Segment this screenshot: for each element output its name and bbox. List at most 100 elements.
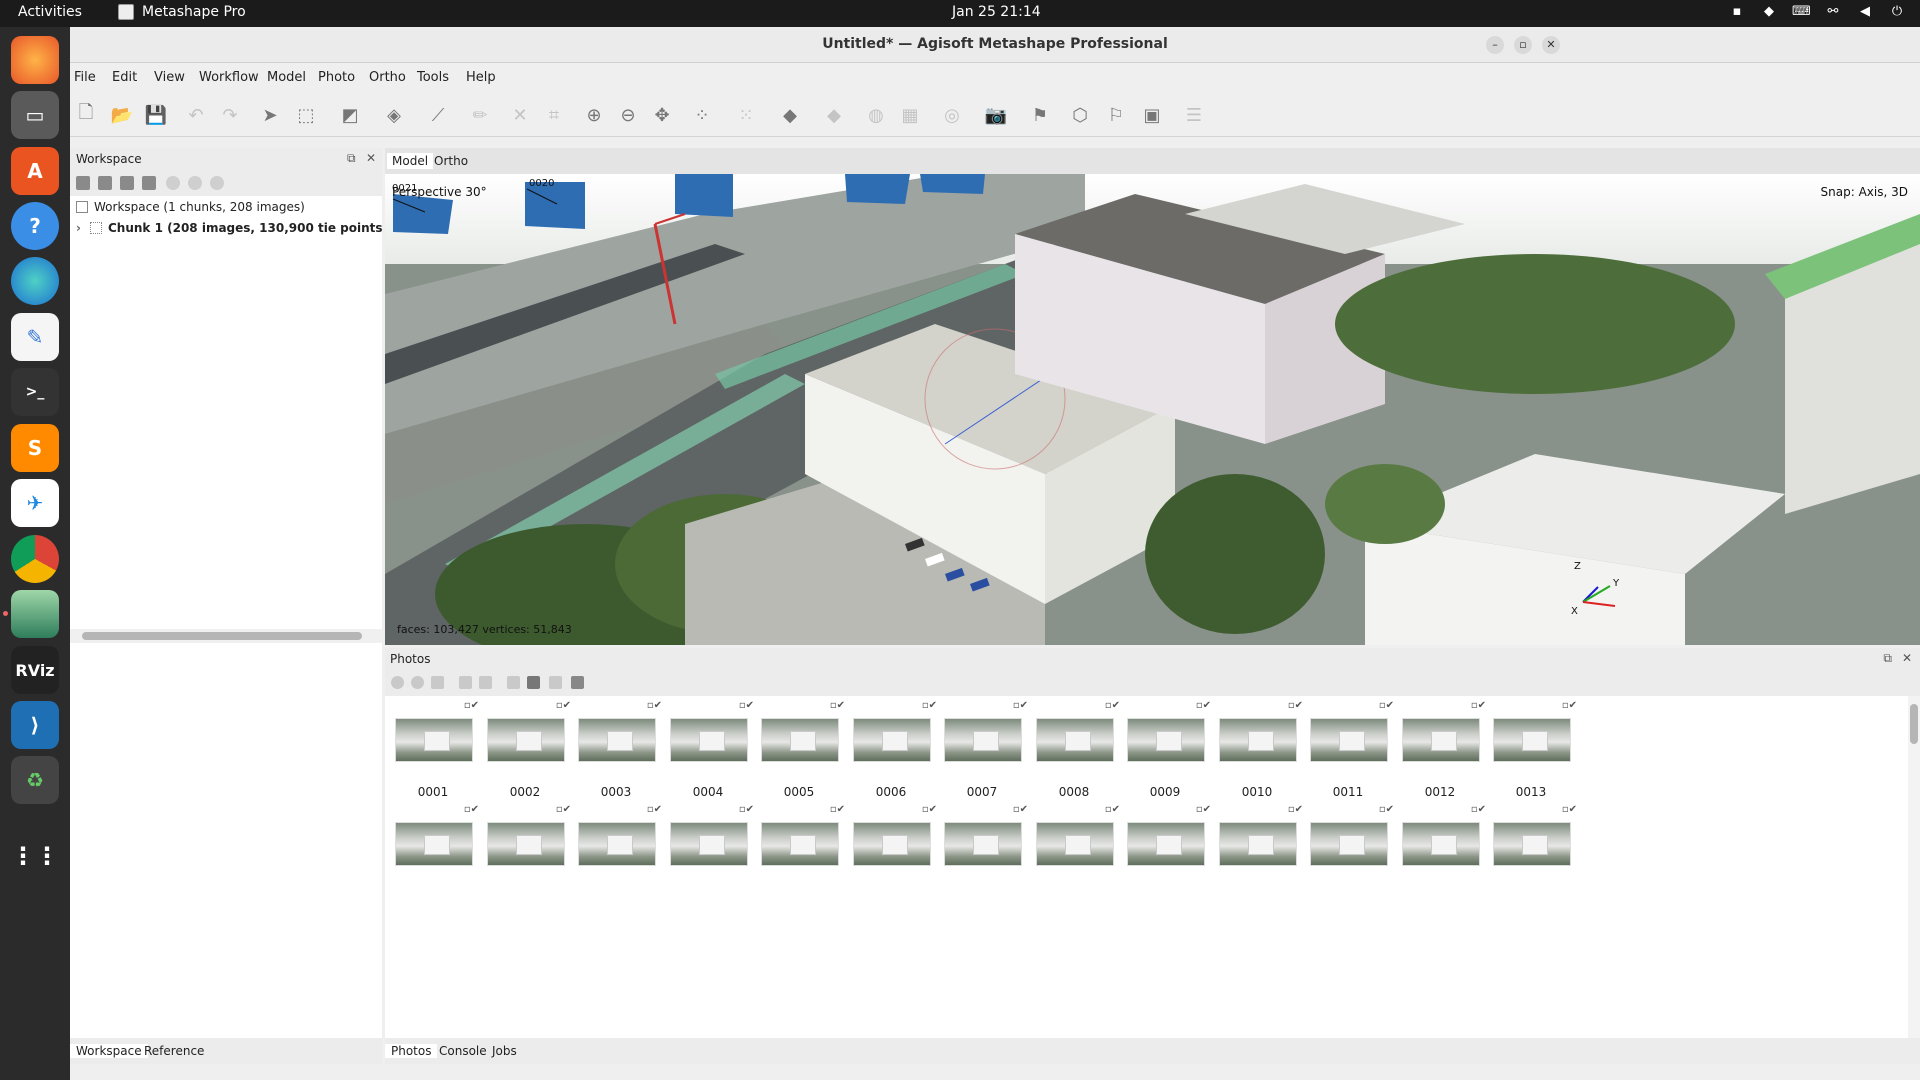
image-quality-icon[interactable] [527, 676, 540, 689]
show-shapes-icon[interactable]: ⚐ [1104, 103, 1128, 127]
menu-photo[interactable]: Photo [318, 70, 355, 85]
show-markers-icon[interactable]: ⚑ [1028, 103, 1052, 127]
float-photos-icon[interactable]: ⧉ [1883, 651, 1892, 666]
photo-thumb[interactable]: ▫✔ 0005 [753, 700, 845, 800]
draw-icon[interactable]: ✏ [468, 103, 492, 127]
feishu-icon[interactable]: ✈ [11, 479, 59, 527]
orthomosaic-icon[interactable]: ▦ [898, 103, 922, 127]
title-bar[interactable]: Untitled* — Agisoft Metashape Profession… [70, 27, 1920, 63]
photo-thumb[interactable]: ▫✔ [479, 804, 571, 904]
remove-icon[interactable] [210, 176, 224, 190]
volume-icon[interactable]: ◀ [1856, 4, 1874, 19]
point-cloud-icon[interactable]: ⁘ [690, 103, 714, 127]
rectangle-selection-icon[interactable]: ⬚ [294, 103, 318, 127]
menu-workflow[interactable]: Workflow [199, 70, 259, 85]
redo-icon[interactable]: ↷ [218, 103, 242, 127]
tab-workspace[interactable]: Workspace [70, 1044, 148, 1058]
tab-ortho[interactable]: Ortho [429, 153, 473, 169]
photo-thumb[interactable]: ▫✔ [1119, 804, 1211, 904]
disable-camera-icon[interactable] [411, 676, 424, 689]
menu-tools[interactable]: Tools [417, 70, 449, 85]
metashape-dock-icon[interactable] [3, 590, 59, 638]
system-tray[interactable]: ▪ ◆ ⌨ ⚯ ◀ ⏻ [1728, 4, 1906, 19]
maximize-icon[interactable]: ▫ [1514, 36, 1532, 54]
model-shaded-icon[interactable]: ◆ [778, 103, 802, 127]
filter-icon[interactable] [507, 676, 520, 689]
firefox-icon[interactable] [11, 36, 59, 84]
photo-thumb[interactable]: ▫✔ [845, 804, 937, 904]
move-object-icon[interactable]: ◩ [338, 103, 362, 127]
rviz-icon[interactable]: RViz [11, 646, 59, 694]
menu-edit[interactable]: Edit [112, 70, 137, 85]
photo-thumb[interactable]: ▫✔ 0004 [662, 700, 754, 800]
menu-ortho[interactable]: Ortho [369, 70, 406, 85]
keyboard-layout-icon[interactable]: ⌨ [1792, 4, 1811, 19]
dem-icon[interactable]: ◍ [864, 103, 888, 127]
add-photos-icon[interactable] [98, 176, 112, 190]
photo-thumb[interactable]: ▫✔ [753, 804, 845, 904]
navigation-icon[interactable]: ➤ [258, 103, 282, 127]
rotate-object-icon[interactable]: ◈ [382, 103, 406, 127]
photo-thumb[interactable]: ▫✔ 0002 [479, 700, 571, 800]
globe-icon[interactable]: ◎ [940, 103, 964, 127]
undo-icon[interactable]: ↶ [184, 103, 208, 127]
camera-indicator-icon[interactable]: ▪ [1728, 4, 1746, 19]
edge-icon[interactable] [11, 257, 59, 305]
text-editor-icon[interactable]: ✎ [11, 313, 59, 361]
close-panel-icon[interactable]: ✕ [366, 151, 376, 165]
close-icon[interactable]: ✕ [1542, 36, 1560, 54]
network-icon[interactable]: ⚯ [1824, 4, 1842, 19]
power-icon[interactable]: ⏻ [1888, 4, 1906, 19]
reset-view-icon[interactable]: ✥ [650, 103, 674, 127]
3d-model-render[interactable] [385, 174, 1920, 645]
sublime-icon[interactable]: S [11, 424, 59, 472]
clock[interactable]: Jan 25 21:14 [952, 4, 1041, 20]
terminal-icon[interactable]: >_ [11, 368, 59, 416]
close-photos-icon[interactable]: ✕ [1902, 651, 1912, 665]
details-icon[interactable] [549, 676, 562, 689]
save-icon[interactable]: 💾 [144, 103, 168, 127]
photo-thumb[interactable]: ▫✔ [1485, 804, 1577, 904]
photos-vertical-scrollbar[interactable] [1908, 696, 1920, 1038]
enable-icon[interactable] [166, 176, 180, 190]
tab-jobs[interactable]: Jobs [492, 1044, 517, 1058]
tab-console[interactable]: Console [439, 1044, 487, 1058]
photo-thumb[interactable]: ▫✔ 0007 [936, 700, 1028, 800]
add-folder-icon[interactable] [120, 176, 134, 190]
vscode-icon[interactable]: ⟩ [11, 701, 59, 749]
menu-model[interactable]: Model [267, 70, 306, 85]
photo-thumb[interactable]: ▫✔ [570, 804, 662, 904]
chunk-item[interactable]: › Chunk 1 (208 images, 130,900 tie points… [70, 221, 382, 241]
zoom-out-icon[interactable]: ⊖ [616, 103, 640, 127]
open-icon[interactable]: 📂 [110, 103, 134, 127]
photo-thumb[interactable]: ▫✔ [662, 804, 754, 904]
disable-icon[interactable] [188, 176, 202, 190]
photo-thumb[interactable]: ▫✔ 0001 [387, 700, 479, 800]
photo-thumb[interactable]: ▫✔ 0006 [845, 700, 937, 800]
add-marker-icon[interactable] [142, 176, 156, 190]
tiled-model-icon[interactable]: ◆ [822, 103, 846, 127]
remove-camera-icon[interactable] [431, 676, 444, 689]
app-center-icon[interactable]: A [11, 147, 59, 195]
chrome-icon[interactable] [11, 535, 59, 583]
view-mode-icon[interactable] [571, 676, 584, 689]
activities-button[interactable]: Activities [18, 4, 82, 20]
photo-thumb[interactable]: ▫✔ [1394, 804, 1486, 904]
zoom-in-icon[interactable]: ⊕ [582, 103, 606, 127]
photo-thumb[interactable]: ▫✔ 0013 [1485, 700, 1577, 800]
app-menu[interactable]: Metashape Pro [118, 4, 246, 20]
photo-thumb[interactable]: ▫✔ [1028, 804, 1120, 904]
files-icon[interactable]: ▭ [11, 91, 59, 139]
photo-thumb[interactable]: ▫✔ [1211, 804, 1303, 904]
dense-cloud-icon[interactable]: ⁙ [734, 103, 758, 127]
float-panel-icon[interactable]: ⧉ [347, 151, 356, 166]
photo-thumb[interactable]: ▫✔ 0012 [1394, 700, 1486, 800]
tab-photos[interactable]: Photos [385, 1044, 438, 1058]
photo-thumb[interactable]: ▫✔ [1302, 804, 1394, 904]
show-region-icon[interactable]: ⬡ [1068, 103, 1092, 127]
photo-thumb[interactable]: ▫✔ 0003 [570, 700, 662, 800]
ruler-icon[interactable]: ⟋ [426, 103, 450, 127]
workspace-root[interactable]: Workspace (1 chunks, 208 images) [70, 200, 382, 220]
rotate-left-icon[interactable] [459, 676, 472, 689]
scrollbar-thumb[interactable] [1910, 704, 1918, 744]
